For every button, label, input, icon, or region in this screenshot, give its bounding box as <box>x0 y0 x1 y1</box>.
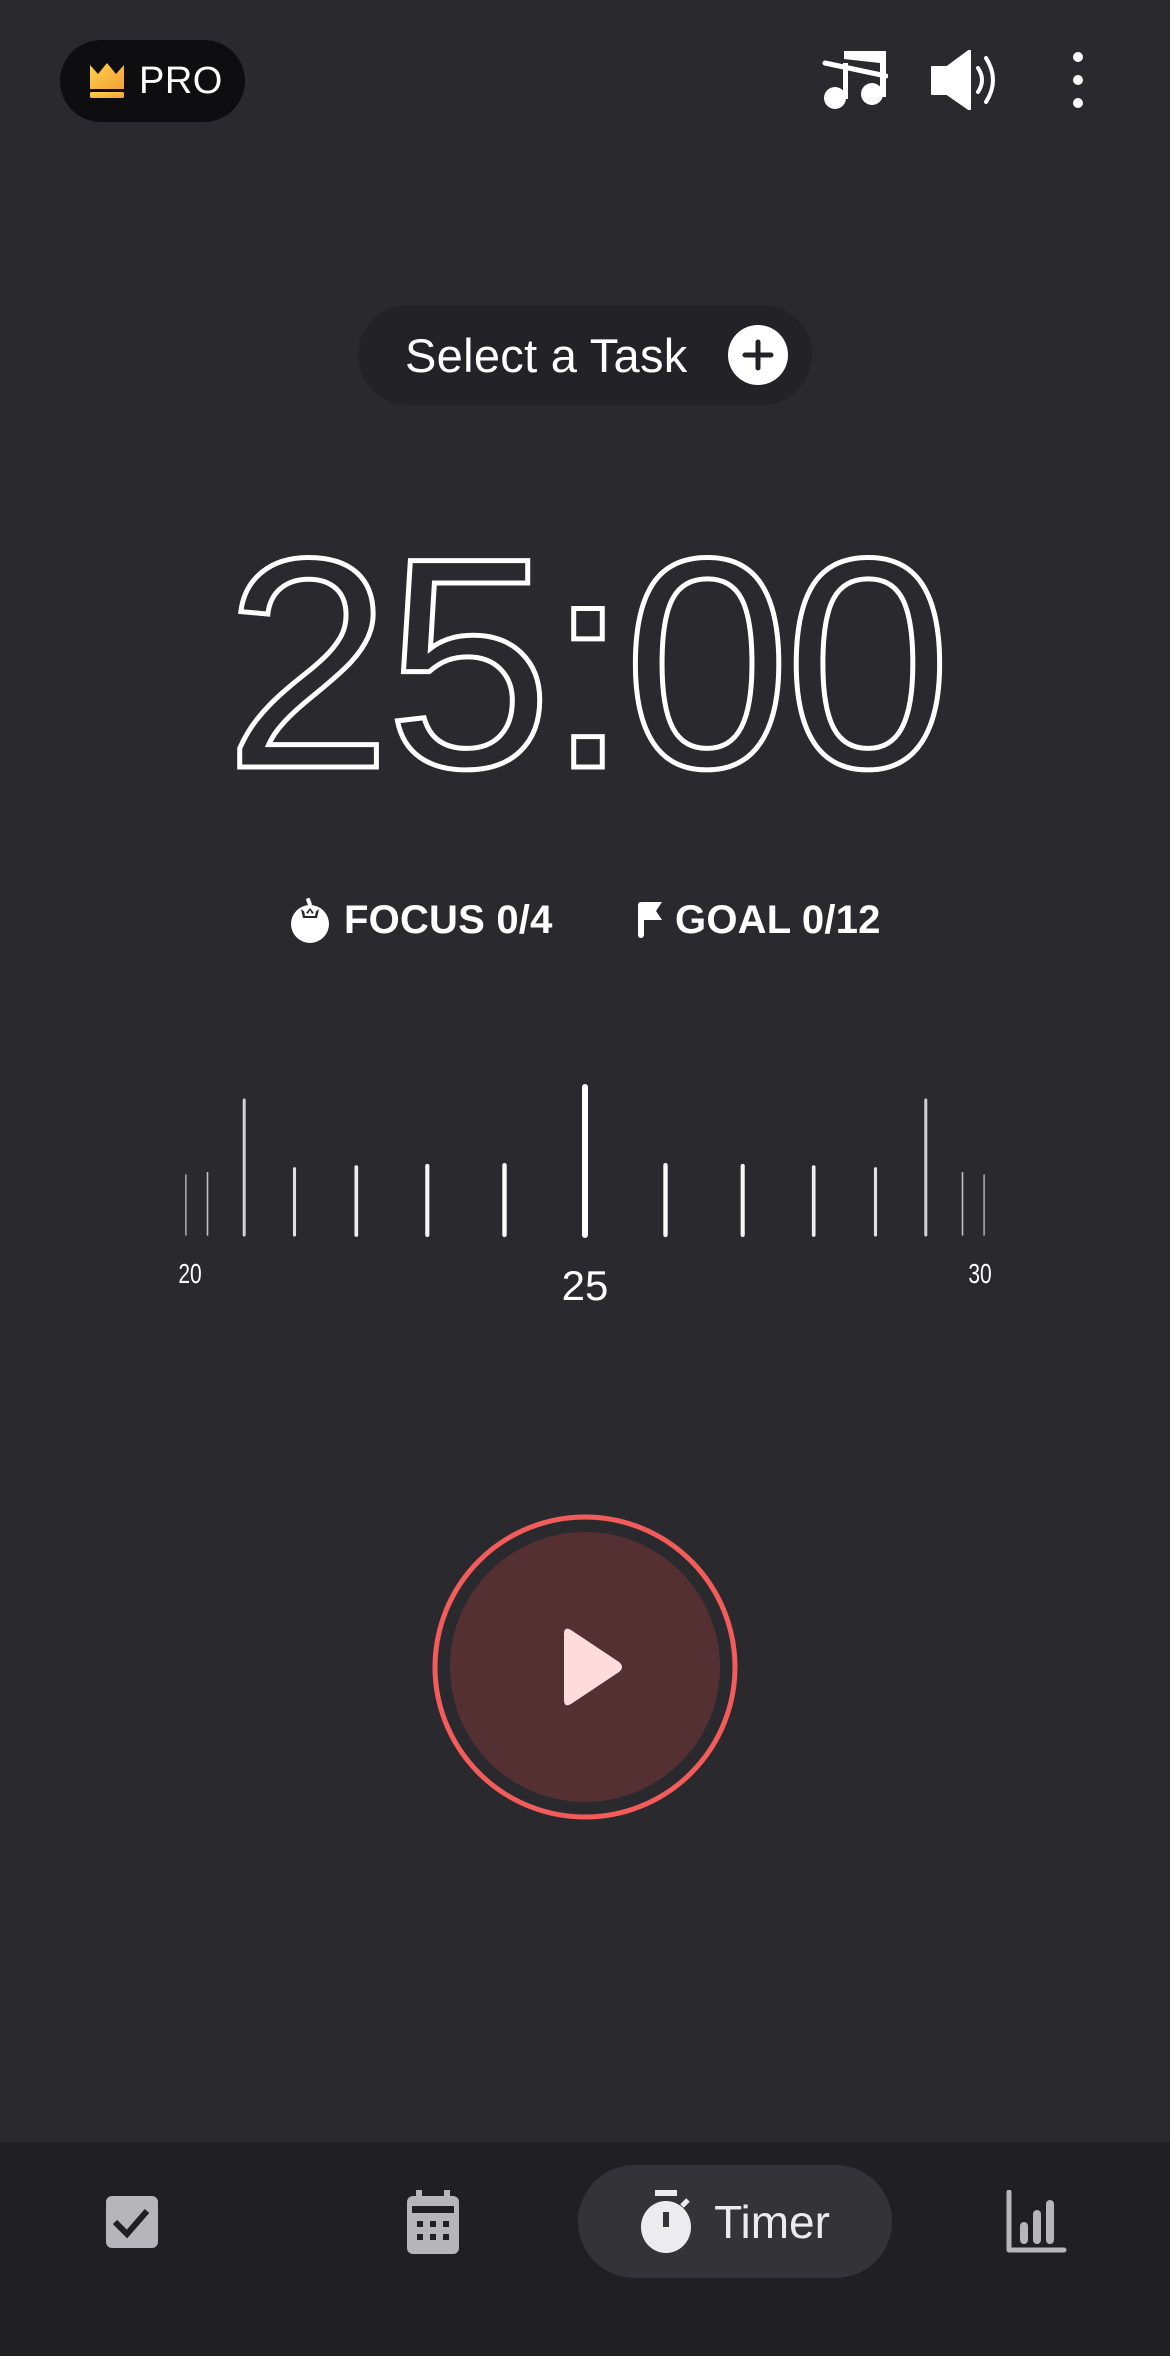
crown-icon <box>90 63 124 98</box>
more-vertical-icon <box>1073 52 1083 108</box>
bar-chart-icon <box>1006 2190 1067 2253</box>
ruler-label-30: 30 <box>968 1259 991 1290</box>
flag-icon <box>638 902 662 938</box>
stopwatch-icon <box>641 2189 692 2253</box>
focus-stat: FOCUS 0/4 <box>287 890 553 950</box>
select-task-label: Select a Task <box>405 328 688 382</box>
goal-stat: GOAL 0/12 <box>637 890 881 950</box>
bottom-navigation: Timer <box>0 2142 1170 2356</box>
session-stats: FOCUS 0/4 GOAL 0/12 <box>0 890 1170 950</box>
pro-badge-button[interactable]: PRO <box>60 40 245 122</box>
duration-picker[interactable]: 20 25 30 <box>0 1070 1170 1320</box>
start-timer-button[interactable] <box>430 1512 740 1822</box>
nav-timer[interactable]: Timer <box>578 2165 892 2278</box>
timer-text: 25:00 <box>225 520 946 800</box>
nav-tasks[interactable] <box>92 2182 172 2262</box>
pro-label: PRO <box>139 59 223 102</box>
tomato-icon <box>291 897 329 943</box>
checkbox-icon <box>106 2196 158 2248</box>
more-menu-button[interactable] <box>1042 44 1114 116</box>
nav-timer-label: Timer <box>714 2195 830 2248</box>
add-task-button[interactable] <box>728 325 788 385</box>
timer-display: 25:00 <box>222 520 954 800</box>
speaker-icon <box>931 50 995 110</box>
music-button[interactable] <box>819 44 891 116</box>
music-icon <box>822 51 888 109</box>
nav-calendar[interactable] <box>393 2182 473 2262</box>
sound-button[interactable] <box>929 44 1001 116</box>
calendar-icon <box>407 2190 459 2254</box>
focus-label: FOCUS 0/4 <box>344 897 553 942</box>
plus-icon <box>742 339 774 371</box>
ruler-label-25: 25 <box>562 1262 609 1309</box>
nav-stats[interactable] <box>997 2182 1077 2262</box>
ruler-label-20: 20 <box>178 1259 201 1290</box>
goal-label: GOAL 0/12 <box>675 897 881 942</box>
